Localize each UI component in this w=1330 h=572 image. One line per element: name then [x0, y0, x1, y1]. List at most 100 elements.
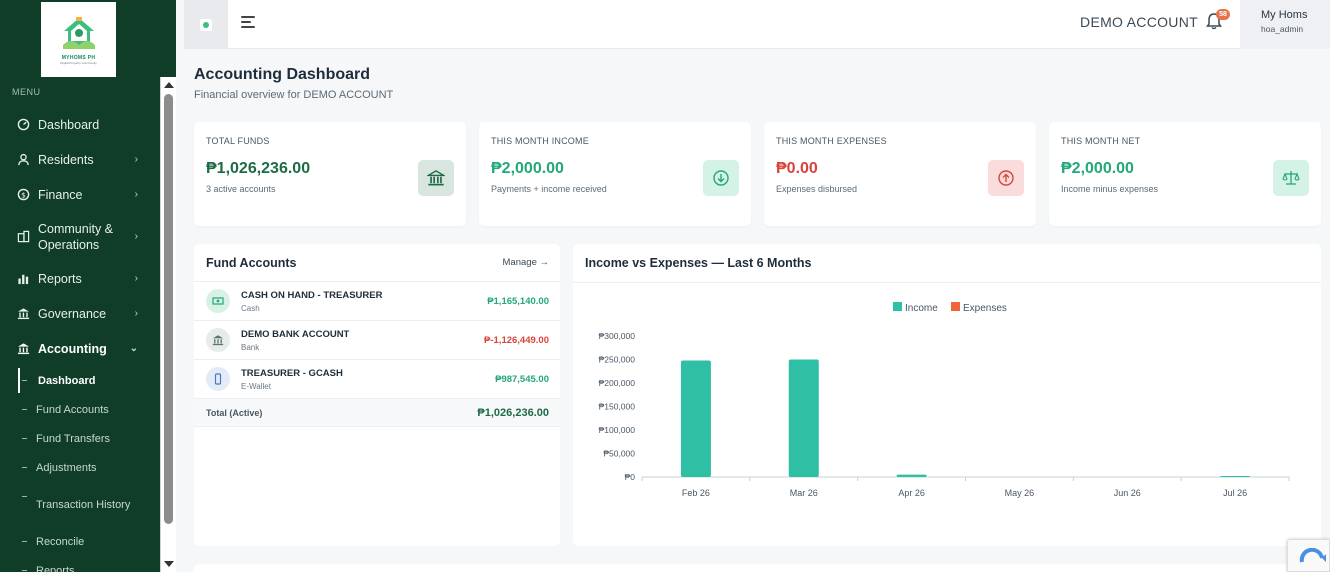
- bar-chart-icon: [16, 272, 30, 286]
- submenu-item-adjustments[interactable]: Adjustments: [0, 453, 160, 482]
- landmark-icon: [16, 307, 30, 321]
- chevron-right-icon: ›: [134, 154, 138, 165]
- fund-total-label: Total (Active): [206, 407, 263, 418]
- fund-accounts-header: Fund Accounts Manage →: [194, 244, 560, 282]
- fund-account-type: Bank: [241, 342, 260, 352]
- menu-label: MENU: [12, 87, 41, 97]
- bar-income-feb-26: [680, 360, 711, 477]
- fund-account-row[interactable]: CASH ON HAND - TREASURER Cash ₱1,165,140…: [194, 282, 560, 321]
- fund-account-info: TREASURER - GCASH E-Wallet: [241, 368, 495, 391]
- bar-income-jul-26: [1220, 476, 1251, 477]
- fund-account-row[interactable]: TREASURER - GCASH E-Wallet ₱987,545.00: [194, 360, 560, 399]
- fund-total-row: Total (Active) ₱1,026,236.00: [194, 399, 560, 427]
- stat-label: THIS MONTH NET: [1061, 136, 1141, 146]
- mini-logo-icon: [200, 18, 212, 31]
- fund-account-info: CASH ON HAND - TREASURER Cash: [241, 290, 487, 313]
- stat-card-month-net: THIS MONTH NET ₱2,000.00 Income minus ex…: [1049, 122, 1321, 226]
- fund-account-name: DEMO BANK ACCOUNT: [241, 328, 350, 340]
- x-tick-label: Feb 26: [682, 488, 710, 498]
- menu-toggle-icon[interactable]: [241, 16, 257, 30]
- fund-account-amount: ₱-1,126,449.00: [484, 334, 549, 346]
- fund-account-row[interactable]: DEMO BANK ACCOUNT Bank ₱-1,126,449.00: [194, 321, 560, 360]
- y-tick-label: ₱100,000: [599, 425, 636, 435]
- fund-accounts-card: Fund Accounts Manage → CASH ON HAND - TR…: [194, 244, 560, 546]
- sidebar-item-label: Reports: [38, 271, 82, 286]
- gauge-icon: [16, 118, 30, 132]
- bank-icon: [16, 342, 30, 356]
- chevron-right-icon: ›: [134, 308, 138, 319]
- user-name: My Homs: [1261, 9, 1308, 21]
- sidebar-item-accounting[interactable]: Accounting ⌄: [0, 331, 160, 366]
- cash-icon: [206, 289, 230, 313]
- submenu-item-fund-accounts[interactable]: Fund Accounts: [0, 395, 160, 424]
- user-menu[interactable]: My Homs hoa_admin: [1240, 0, 1330, 49]
- stat-card-month-income: THIS MONTH INCOME ₱2,000.00 Payments + i…: [479, 122, 751, 226]
- coin-icon: $: [16, 188, 30, 202]
- submenu-item-transaction-history[interactable]: Transaction History: [0, 482, 160, 527]
- next-card-edge: [194, 564, 1321, 572]
- sidebar-item-label: Governance: [38, 306, 107, 321]
- y-tick-label: ₱250,000: [599, 355, 636, 365]
- stat-label: TOTAL FUNDS: [206, 136, 270, 146]
- x-tick-label: May 26: [1005, 488, 1035, 498]
- sidebar-item-finance[interactable]: $ Finance ›: [0, 177, 160, 212]
- stat-value: ₱2,000.00: [491, 160, 564, 177]
- income-expenses-chart: Income Expenses ₱300,000 ₱250,000 ₱200,000 ₱1…: [599, 302, 1290, 498]
- arrow-up-circle-icon: [988, 160, 1024, 196]
- sidebar: MYHOMS PH Digital Property Community MEN…: [0, 0, 176, 572]
- stat-sub: Income minus expenses: [1061, 184, 1159, 194]
- chevron-right-icon: ›: [134, 273, 138, 284]
- app-mini-logo[interactable]: [184, 0, 228, 49]
- scroll-down-arrow-icon[interactable]: [164, 561, 174, 567]
- sidebar-item-dashboard[interactable]: Dashboard: [0, 107, 160, 142]
- stat-sub: Payments + income received: [491, 184, 607, 194]
- manage-link[interactable]: Manage →: [503, 257, 549, 268]
- income-expenses-chart-card: Income vs Expenses — Last 6 Months Incom…: [573, 244, 1321, 546]
- submenu-item-fund-transfers[interactable]: Fund Transfers: [0, 424, 160, 453]
- page-subtitle: Financial overview for DEMO ACCOUNT: [194, 89, 394, 101]
- bar-income-apr-26: [896, 474, 927, 477]
- sidebar-item-residents[interactable]: Residents ›: [0, 142, 160, 177]
- house-logo-icon: [62, 16, 95, 49]
- stat-sub: Expenses disbursed: [776, 184, 858, 194]
- page-title: Accounting Dashboard: [194, 66, 371, 83]
- sidebar-item-label: Finance: [38, 187, 83, 202]
- fund-account-amount: ₱987,545.00: [495, 373, 549, 385]
- notification-badge: 58: [1216, 9, 1230, 20]
- account-name[interactable]: DEMO ACCOUNT: [1080, 14, 1198, 30]
- chevron-right-icon: ›: [134, 189, 138, 200]
- x-tick-label: Jun 26: [1114, 488, 1141, 498]
- sidebar-scrollbar[interactable]: [160, 77, 176, 572]
- y-tick-label: ₱150,000: [599, 402, 636, 412]
- logo-tagline: Digital Property Community: [60, 60, 97, 65]
- bank-icon: [418, 160, 454, 196]
- chart-header: Income vs Expenses — Last 6 Months: [573, 244, 1321, 283]
- scale-icon: [1273, 160, 1309, 196]
- stat-label: THIS MONTH EXPENSES: [776, 136, 887, 146]
- scrollbar-thumb[interactable]: [164, 94, 173, 524]
- bank-icon: [206, 328, 230, 352]
- recaptcha-badge[interactable]: [1287, 539, 1330, 572]
- submenu-item-reports[interactable]: Reports: [0, 556, 160, 572]
- phone-icon: [206, 367, 230, 391]
- legend-label-income: Income: [905, 303, 938, 314]
- fund-account-name: CASH ON HAND - TREASURER: [241, 289, 383, 301]
- legend-label-expenses: Expenses: [963, 303, 1007, 314]
- stat-value: ₱2,000.00: [1061, 160, 1134, 177]
- sidebar-item-community-operations[interactable]: Community & Operations ›: [0, 212, 160, 261]
- y-tick-label: ₱300,000: [599, 331, 636, 341]
- stat-card-month-expenses: THIS MONTH EXPENSES ₱0.00 Expenses disbu…: [764, 122, 1036, 226]
- top-bar: DEMO ACCOUNT 58 My Homs hoa_admin: [184, 0, 1330, 49]
- stat-value: ₱1,026,236.00: [206, 160, 311, 177]
- sidebar-item-governance[interactable]: Governance ›: [0, 296, 160, 331]
- sidebar-item-label: Dashboard: [38, 117, 100, 132]
- scroll-up-arrow-icon[interactable]: [164, 82, 174, 88]
- app-logo[interactable]: MYHOMS PH Digital Property Community: [41, 2, 116, 77]
- submenu-item-reconcile[interactable]: Reconcile: [0, 527, 160, 556]
- building-icon: [16, 230, 30, 244]
- y-tick-label: ₱50,000: [603, 449, 635, 459]
- x-tick-label: Apr 26: [898, 488, 925, 498]
- x-tick-label: Mar 26: [790, 488, 818, 498]
- submenu-item-dashboard[interactable]: Dashboard: [0, 366, 160, 395]
- sidebar-item-reports[interactable]: Reports ›: [0, 261, 160, 296]
